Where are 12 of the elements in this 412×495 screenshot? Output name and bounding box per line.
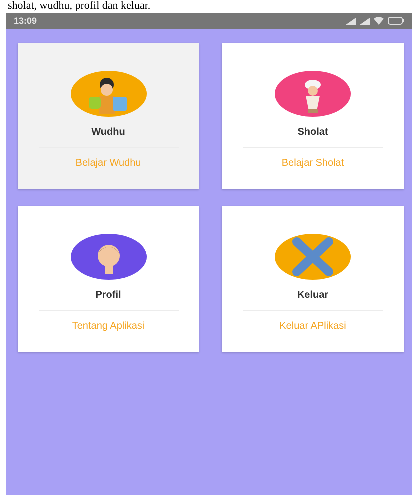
card-title: Profil xyxy=(96,290,122,301)
card-title: Wudhu xyxy=(92,127,126,138)
menu-card[interactable]: Profil Tentang Aplikasi xyxy=(18,206,199,352)
menu-card[interactable]: Wudhu Belajar Wudhu xyxy=(18,43,199,189)
card-title: Sholat xyxy=(298,127,328,138)
caption-text: sholat, wudhu, profil dan keluar. xyxy=(7,0,152,13)
status-time: 13:09 xyxy=(14,16,38,26)
menu-card[interactable]: Keluar Keluar APlikasi xyxy=(222,206,404,352)
battery-icon xyxy=(388,17,404,25)
card-title: Keluar xyxy=(297,290,329,301)
wifi-icon xyxy=(374,17,384,25)
menu-card[interactable]: Sholat Belajar Sholat xyxy=(222,43,404,189)
